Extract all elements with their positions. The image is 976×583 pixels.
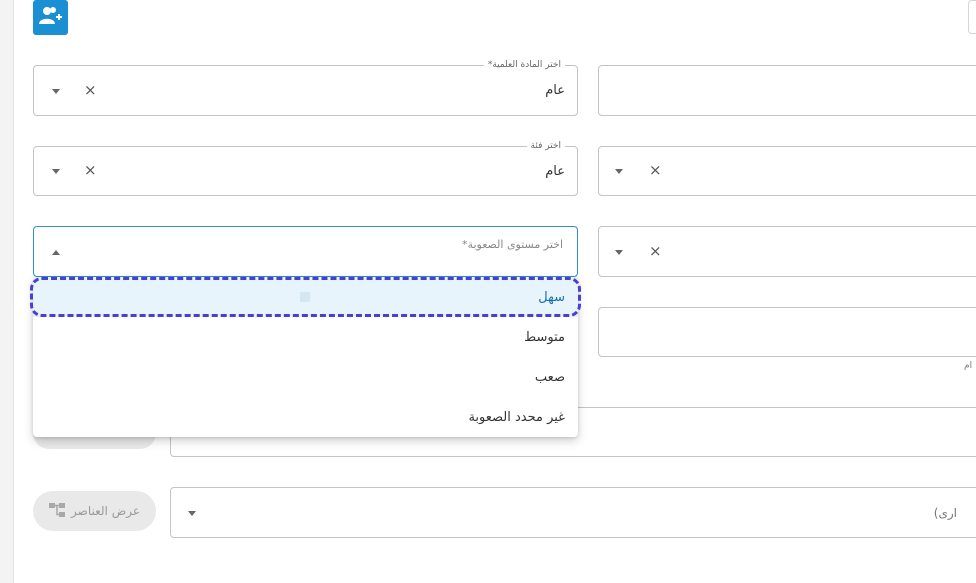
subject-value: عام (545, 83, 565, 98)
corner-control[interactable] (968, 0, 976, 34)
subject-select[interactable]: اختر المادة العلمية* عام × (33, 58, 578, 116)
sitemap-icon (49, 502, 66, 520)
right-select-2[interactable]: × (598, 146, 976, 196)
bottom-select[interactable]: ارى) (170, 487, 976, 538)
option-label: غير محدد الصعوبة (468, 409, 565, 425)
cursor-marker (300, 292, 310, 302)
option-unspecified[interactable]: غير محدد الصعوبة (33, 397, 578, 437)
chevron-down-icon[interactable] (52, 89, 60, 94)
right-field-hint: ام (964, 361, 973, 371)
option-hard[interactable]: صعب (33, 357, 578, 397)
difficulty-dropdown-menu: سهل متوسط صعب غير محدد الصعوبة (30, 277, 581, 437)
add-user-button[interactable] (33, 0, 68, 35)
chevron-down-icon[interactable] (52, 169, 60, 174)
category-value: عام (545, 163, 565, 179)
chevron-down-icon[interactable] (615, 250, 623, 255)
chevron-down-icon[interactable] (188, 511, 196, 516)
chevron-down-icon[interactable] (615, 169, 623, 174)
difficulty-placeholder: اختر مستوى الصعوبة* (462, 237, 563, 251)
right-field-4[interactable] (598, 307, 976, 357)
view-elements-label: عرض العناصر (71, 504, 140, 518)
option-label: سهل (538, 289, 565, 305)
difficulty-select[interactable]: اختر مستوى الصعوبة* (33, 226, 578, 277)
add-user-icon (38, 6, 63, 30)
view-elements-button[interactable]: عرض العناصر (33, 491, 156, 531)
close-icon[interactable]: × (84, 163, 97, 178)
chevron-up-icon[interactable] (52, 250, 60, 255)
option-easy[interactable]: سهل (30, 277, 581, 317)
close-icon[interactable]: × (649, 244, 662, 259)
left-panel-edge (0, 0, 14, 583)
option-label: صعب (534, 369, 565, 385)
right-select-3[interactable]: × (598, 226, 976, 277)
right-field-1[interactable] (598, 65, 976, 116)
category-select[interactable]: اختر فئة عام × (33, 139, 578, 196)
option-medium[interactable]: متوسط (33, 317, 578, 357)
bottom-select-text: ارى) (933, 505, 957, 520)
option-label: متوسط (524, 329, 565, 345)
close-icon[interactable]: × (84, 83, 97, 98)
close-icon[interactable]: × (649, 163, 662, 178)
